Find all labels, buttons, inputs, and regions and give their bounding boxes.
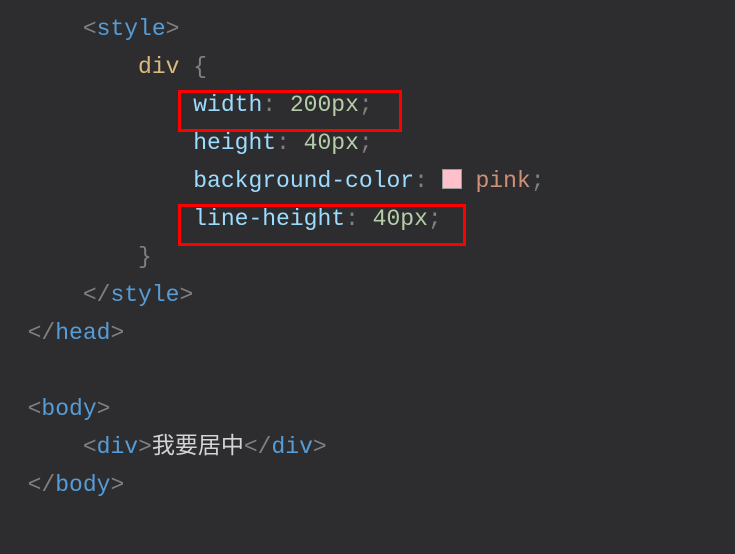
code-line: width: 200px;	[0, 86, 735, 124]
code-line: </body>	[0, 466, 735, 504]
code-line: background-color: pink;	[0, 162, 735, 200]
code-line: </style>	[0, 276, 735, 314]
code-line: <style>	[0, 10, 735, 48]
code-line: <div>我要居中</div>	[0, 428, 735, 466]
color-swatch-icon	[442, 169, 462, 189]
code-line: </head>	[0, 314, 735, 352]
code-block[interactable]: <style> div { width: 200px; height: 40px…	[0, 10, 735, 504]
code-line: height: 40px;	[0, 124, 735, 162]
code-line: line-height: 40px;	[0, 200, 735, 238]
code-line: }	[0, 238, 735, 276]
code-line: <body>	[0, 390, 735, 428]
code-line: div {	[0, 48, 735, 86]
blank-line	[0, 352, 735, 390]
